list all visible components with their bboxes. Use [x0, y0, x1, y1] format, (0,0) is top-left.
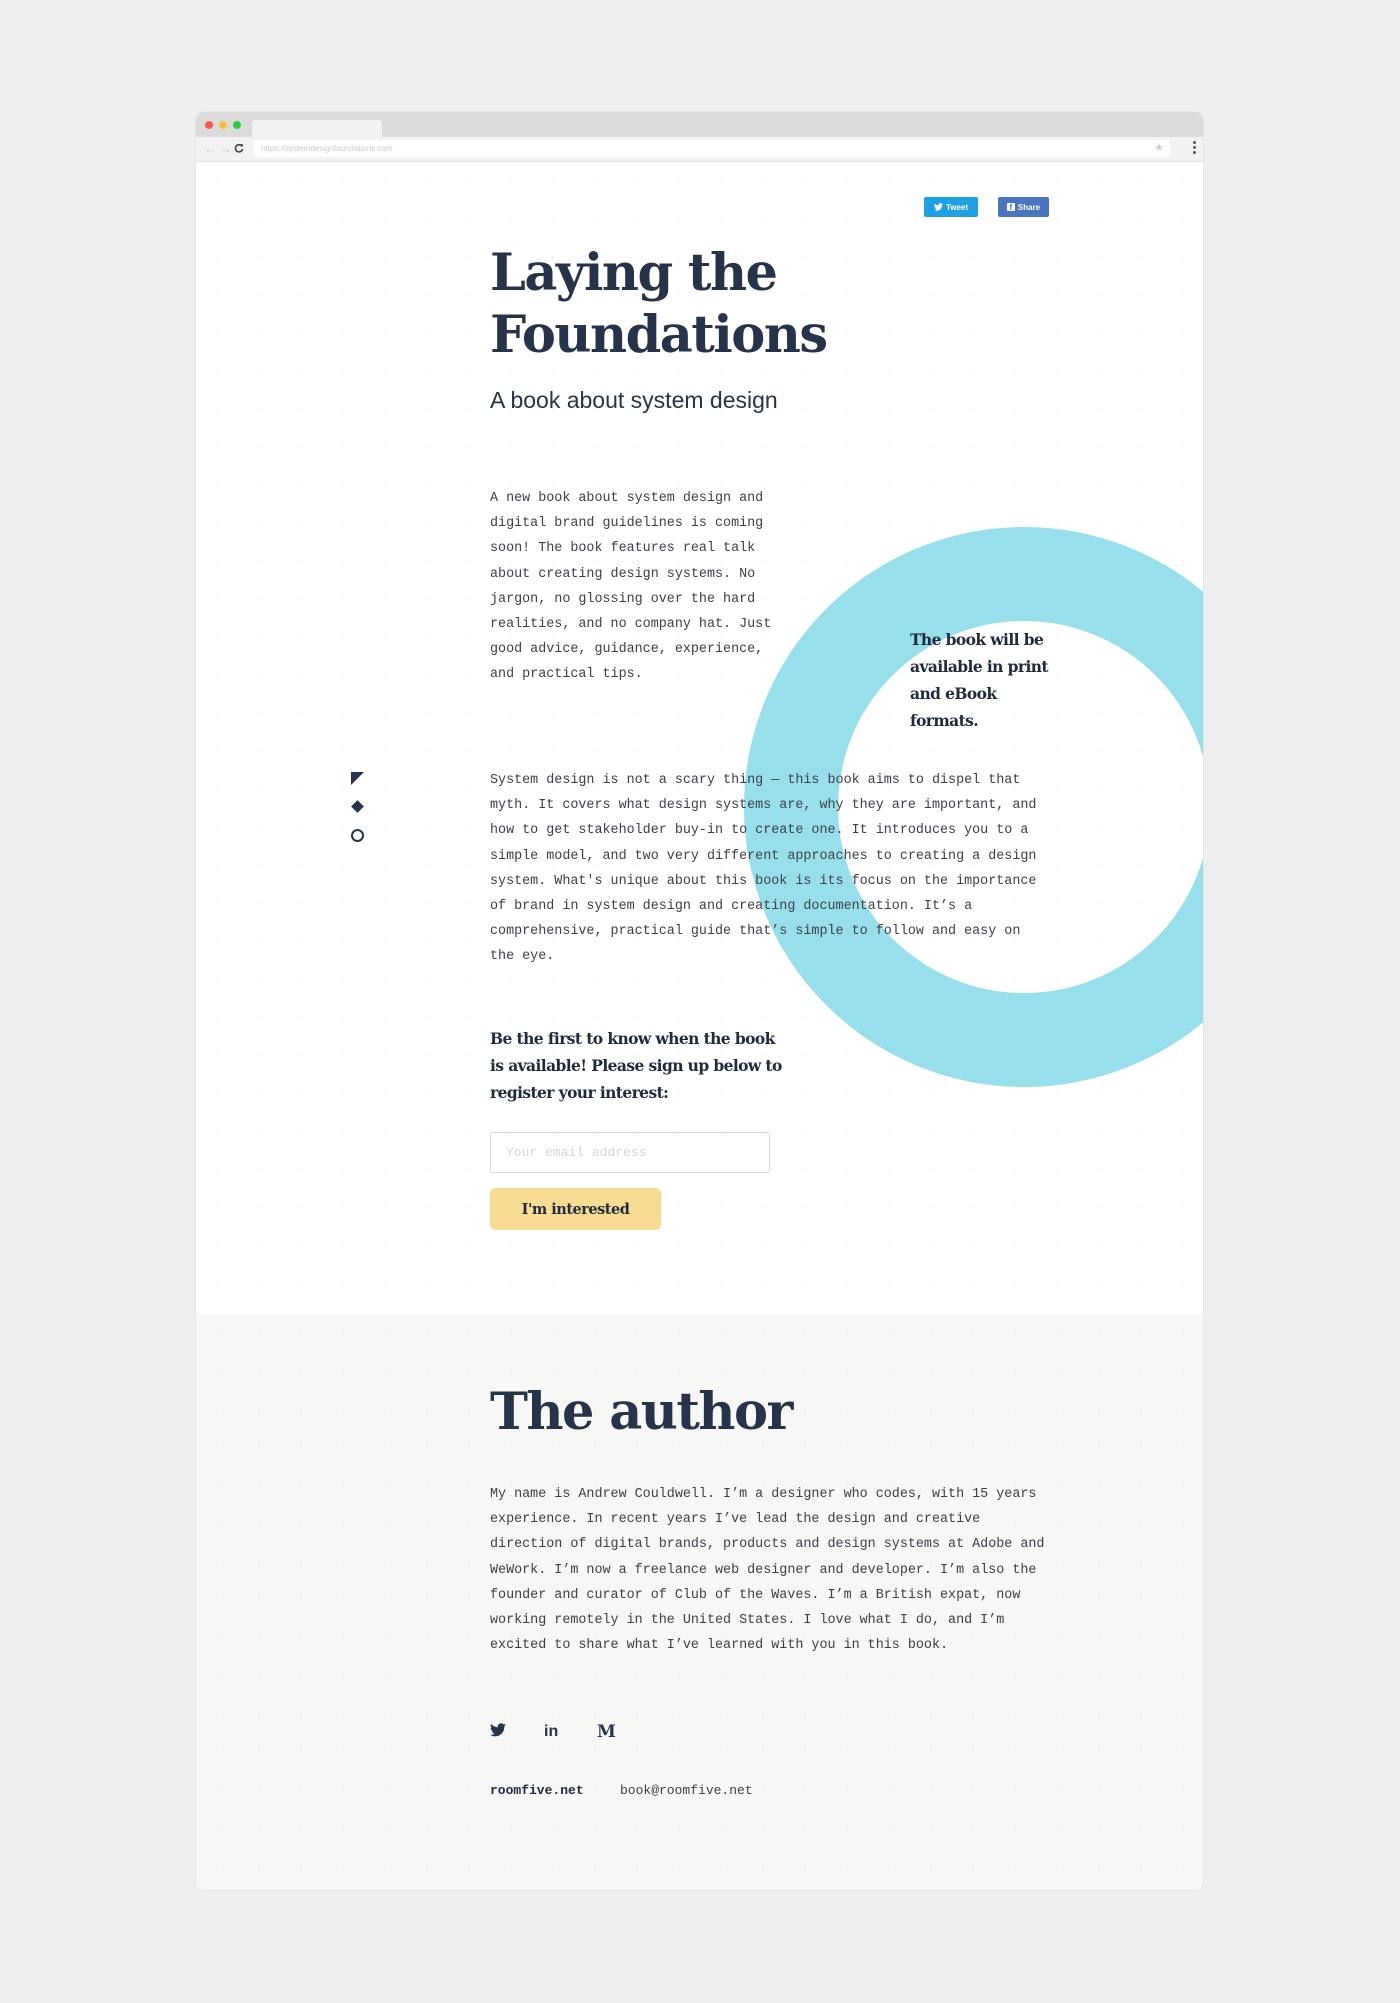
author-bio: My name is Andrew Couldwell. I’m a desig… [490, 1487, 1045, 1654]
medium-link[interactable]: M [597, 1723, 616, 1741]
email-link[interactable]: book@roomfive.net [620, 1783, 753, 1798]
forward-arrow-icon[interactable]: → [219, 141, 232, 157]
twitter-icon [490, 1723, 506, 1737]
facebook-icon: f [1006, 203, 1015, 212]
tab-strip [196, 112, 1203, 137]
signup-heading: Be the first to know when the book is av… [490, 1029, 782, 1102]
linkedin-icon: in [544, 1723, 559, 1740]
browser-toolbar: ← → https://systemdesignfoundations.com … [196, 137, 1203, 162]
share-label: Share [1017, 202, 1041, 212]
intro-paragraph: A new book about system design and digit… [490, 491, 772, 683]
diamond-icon [351, 800, 364, 813]
page-content: Tweet f Share Laying the Foundations A b… [196, 162, 1203, 1890]
browser-menu-icon[interactable] [1193, 141, 1196, 156]
reload-icon[interactable] [234, 141, 244, 157]
title-line-1: Laying the [490, 243, 778, 303]
website-link[interactable]: roomfive.net [490, 1783, 584, 1798]
browser-window: ← → https://systemdesignfoundations.com … [196, 112, 1203, 1890]
page-subtitle: A book about system design [490, 387, 778, 414]
tweet-label: Tweet [945, 202, 969, 212]
bookmark-star-icon[interactable]: ★ [1154, 141, 1164, 156]
tweet-button[interactable]: Tweet [924, 197, 978, 217]
close-window-button[interactable] [205, 121, 213, 129]
url-text: https://systemdesignfoundations.com [261, 144, 393, 153]
back-arrow-icon[interactable]: ← [204, 141, 217, 157]
maximize-window-button[interactable] [233, 121, 241, 129]
browser-tab[interactable] [252, 120, 382, 137]
author-heading: The author [490, 1382, 793, 1442]
author-section: The author My name is Andrew Couldwell. … [196, 1314, 1203, 1890]
im-interested-button[interactable]: I'm interested [490, 1188, 661, 1230]
address-bar[interactable]: https://systemdesignfoundations.com ★ [254, 140, 1170, 157]
medium-icon: M [597, 1722, 616, 1742]
page-title: Laying the Foundations [490, 242, 828, 366]
linkedin-link[interactable]: in [544, 1723, 558, 1741]
description-paragraph: System design is not a scary thing — thi… [490, 773, 1037, 965]
title-line-2: Foundations [490, 305, 828, 365]
reload-glyph [234, 143, 244, 153]
facebook-share-button[interactable]: f Share [998, 197, 1049, 217]
email-input[interactable] [490, 1132, 770, 1173]
twitter-icon [933, 203, 943, 211]
circle-outline-icon [351, 829, 364, 842]
formats-callout: The book will be available in print and … [910, 630, 1049, 730]
twitter-link[interactable] [490, 1723, 508, 1741]
triangle-corner-icon [351, 772, 364, 785]
minimize-window-button[interactable] [219, 121, 227, 129]
